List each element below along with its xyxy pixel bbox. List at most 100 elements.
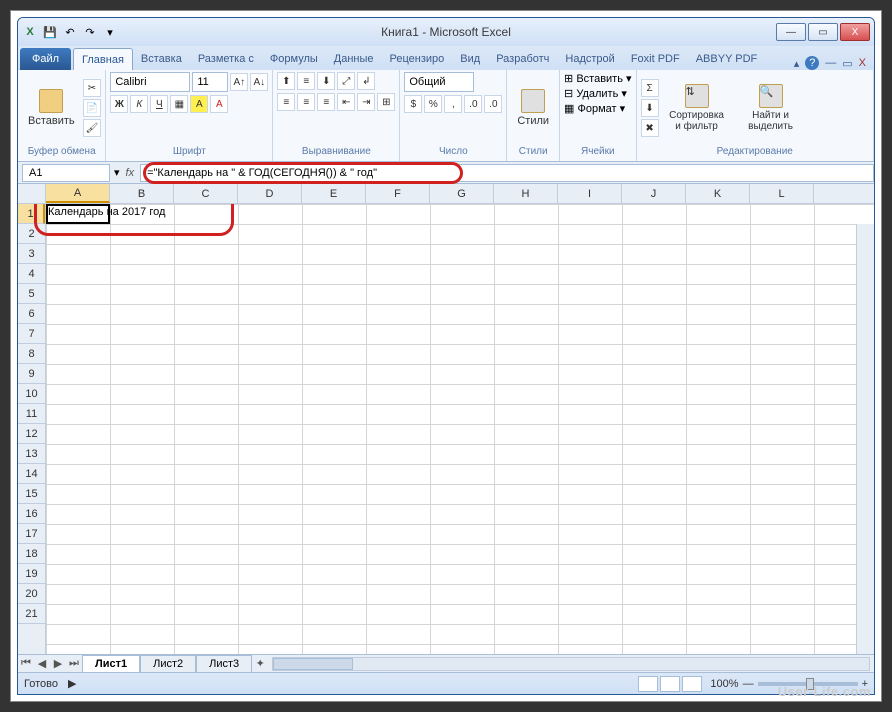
sheet-nav-first[interactable]: ⏮ — [18, 656, 34, 672]
sort-filter-button[interactable]: ⇅ Сортировка и фильтр — [661, 82, 733, 134]
tab-foxit[interactable]: Foxit PDF — [623, 48, 688, 70]
fill-color-button[interactable]: A — [190, 95, 208, 113]
autosum-button[interactable]: Σ — [641, 79, 659, 97]
rowhdr-16[interactable]: 16 — [18, 504, 45, 524]
sheet-tab-3[interactable]: Лист3 — [196, 655, 252, 672]
rowhdr-5[interactable]: 5 — [18, 284, 45, 304]
redo-icon[interactable]: ↷ — [82, 24, 98, 40]
rowhdr-21[interactable]: 21 — [18, 604, 45, 624]
rowhdr-10[interactable]: 10 — [18, 384, 45, 404]
grow-font-button[interactable]: A↑ — [230, 73, 248, 91]
number-format-combo[interactable]: Общий — [404, 72, 474, 92]
minimize-button[interactable]: — — [776, 23, 806, 41]
underline-button[interactable]: Ч — [150, 95, 168, 113]
tab-view[interactable]: Вид — [452, 48, 488, 70]
colhdr-d[interactable]: D — [238, 184, 302, 203]
view-pagebreak-button[interactable] — [682, 676, 702, 692]
tab-file[interactable]: Файл — [20, 48, 71, 70]
sheet-tab-1[interactable]: Лист1 — [82, 655, 140, 672]
font-color-button[interactable]: A — [210, 95, 228, 113]
tab-insert[interactable]: Вставка — [133, 48, 190, 70]
rowhdr-18[interactable]: 18 — [18, 544, 45, 564]
tab-home[interactable]: Главная — [73, 48, 133, 70]
qat-dropdown-icon[interactable]: ▾ — [102, 24, 118, 40]
font-combo[interactable]: Calibri — [110, 72, 190, 92]
fill-button[interactable]: ⬇ — [641, 99, 659, 117]
align-middle-button[interactable]: ≡ — [297, 72, 315, 90]
insert-cells-button[interactable]: ⊞ Вставить ▾ — [564, 72, 632, 85]
align-center-button[interactable]: ≡ — [297, 93, 315, 111]
orientation-button[interactable]: ⤢ — [337, 72, 355, 90]
delete-cells-button[interactable]: ⊟ Удалить ▾ — [564, 87, 627, 100]
colhdr-c[interactable]: C — [174, 184, 238, 203]
zoom-out-button[interactable]: — — [743, 678, 754, 690]
vertical-scrollbar[interactable] — [856, 224, 874, 654]
maximize-button[interactable]: ▭ — [808, 23, 838, 41]
cells-area[interactable]: Календарь на 2017 год — [46, 204, 874, 654]
colhdr-k[interactable]: K — [686, 184, 750, 203]
rowhdr-17[interactable]: 17 — [18, 524, 45, 544]
colhdr-h[interactable]: H — [494, 184, 558, 203]
colhdr-j[interactable]: J — [622, 184, 686, 203]
tab-data[interactable]: Данные — [326, 48, 382, 70]
inc-decimal-button[interactable]: .0 — [464, 95, 482, 113]
rowhdr-13[interactable]: 13 — [18, 444, 45, 464]
italic-button[interactable]: К — [130, 95, 148, 113]
fx-button[interactable]: fx — [120, 167, 141, 179]
rowhdr-19[interactable]: 19 — [18, 564, 45, 584]
align-right-button[interactable]: ≡ — [317, 93, 335, 111]
sheet-nav-prev[interactable]: ◀ — [34, 656, 50, 672]
align-bottom-button[interactable]: ⬇ — [317, 72, 335, 90]
sheet-tab-2[interactable]: Лист2 — [140, 655, 196, 672]
rowhdr-3[interactable]: 3 — [18, 244, 45, 264]
ribbon-minimize-icon[interactable]: ▴ — [794, 57, 800, 70]
percent-button[interactable]: % — [424, 95, 442, 113]
view-layout-button[interactable] — [660, 676, 680, 692]
colhdr-a[interactable]: A — [46, 184, 110, 203]
colhdr-i[interactable]: I — [558, 184, 622, 203]
colhdr-g[interactable]: G — [430, 184, 494, 203]
rowhdr-11[interactable]: 11 — [18, 404, 45, 424]
sheet-nav-next[interactable]: ▶ — [50, 656, 66, 672]
clear-button[interactable]: ✖ — [641, 119, 659, 137]
colhdr-b[interactable]: B — [110, 184, 174, 203]
name-box[interactable]: A1 — [22, 164, 110, 182]
cut-button[interactable]: ✂ — [83, 79, 102, 97]
rowhdr-20[interactable]: 20 — [18, 584, 45, 604]
close-button[interactable]: X — [840, 23, 870, 41]
new-sheet-button[interactable]: ✦ — [252, 656, 268, 672]
rowhdr-12[interactable]: 12 — [18, 424, 45, 444]
comma-button[interactable]: , — [444, 95, 462, 113]
dec-decimal-button[interactable]: .0 — [484, 95, 502, 113]
select-all-corner[interactable] — [18, 184, 46, 204]
tab-addins[interactable]: Надстрой — [557, 48, 622, 70]
font-size-combo[interactable]: 11 — [192, 72, 228, 92]
tab-formulas[interactable]: Формулы — [262, 48, 326, 70]
view-normal-button[interactable] — [638, 676, 658, 692]
currency-button[interactable]: $ — [404, 95, 422, 113]
undo-icon[interactable]: ↶ — [62, 24, 78, 40]
tab-abbyy[interactable]: ABBYY PDF — [688, 48, 766, 70]
align-top-button[interactable]: ⬆ — [277, 72, 295, 90]
format-painter-button[interactable]: 🖌 — [83, 119, 102, 137]
indent-inc-button[interactable]: ⇥ — [357, 93, 375, 111]
rowhdr-1[interactable]: 1 — [18, 204, 45, 224]
rowhdr-9[interactable]: 9 — [18, 364, 45, 384]
colhdr-f[interactable]: F — [366, 184, 430, 203]
format-cells-button[interactable]: ▦ Формат ▾ — [564, 102, 625, 115]
hscroll-thumb[interactable] — [273, 658, 353, 670]
save-icon[interactable]: 💾 — [42, 24, 58, 40]
colhdr-l[interactable]: L — [750, 184, 814, 203]
rowhdr-6[interactable]: 6 — [18, 304, 45, 324]
rowhdr-14[interactable]: 14 — [18, 464, 45, 484]
styles-button[interactable]: Стили — [511, 87, 555, 129]
colhdr-e[interactable]: E — [302, 184, 366, 203]
doc-restore-icon[interactable]: ▭ — [842, 57, 852, 70]
bold-button[interactable]: Ж — [110, 95, 128, 113]
doc-minimize-icon[interactable]: — — [825, 57, 836, 69]
copy-button[interactable]: 📄 — [83, 99, 102, 117]
rowhdr-7[interactable]: 7 — [18, 324, 45, 344]
rowhdr-2[interactable]: 2 — [18, 224, 45, 244]
help-icon[interactable]: ? — [805, 56, 819, 70]
paste-button[interactable]: Вставить — [22, 87, 81, 129]
